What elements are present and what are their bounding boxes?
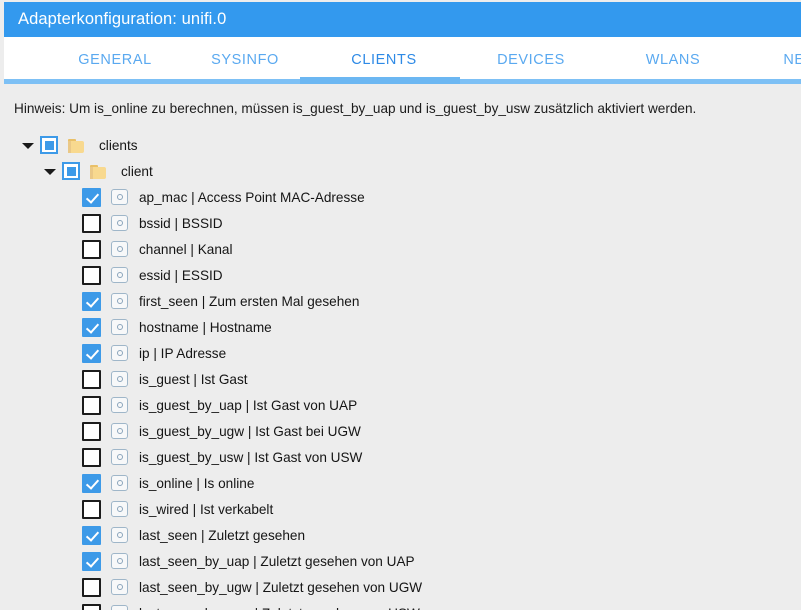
tree-leaf-label: last_seen | Zuletzt gesehen [139,527,306,543]
folder-icon [90,164,107,179]
checkbox-is_guest_by_usw[interactable] [82,447,101,467]
state-circle-icon [111,605,128,610]
tree-leaf-row[interactable]: is_online | Is online [0,470,801,496]
tree-leaf-row[interactable]: channel | Kanal [0,236,801,262]
tree-leaf-label: is_guest_by_ugw | Ist Gast bei UGW [139,423,361,439]
tab-wlans[interactable]: WLANS [608,52,738,68]
tree-leaf-row[interactable]: last_seen_by_ugw | Zuletzt gesehen von U… [0,574,801,600]
tree-leaf-row[interactable]: is_wired | Ist verkabelt [0,496,801,522]
tab-list: GENERAL SYSINFO CLIENTS DEVICES WLANS NE [4,37,801,82]
tree-leaf-label: is_wired | Ist verkabelt [139,501,274,517]
state-circle-icon [111,293,128,309]
state-circle-icon [111,241,128,257]
tab-panel-clients: Hinweis: Um is_online zu berechnen, müss… [0,84,801,610]
tree-leaf-label: essid | ESSID [139,267,223,283]
tree-leaf-label: is_guest_by_uap | Ist Gast von UAP [139,397,358,413]
tab-clients[interactable]: CLIENTS [310,52,458,68]
state-circle-icon [111,423,128,439]
checkbox-bssid[interactable] [82,213,101,233]
state-circle-icon [111,527,128,543]
tree-leaf-row[interactable]: is_guest | Ist Gast [0,366,801,392]
tree-leaf-row[interactable]: last_seen | Zuletzt gesehen [0,522,801,548]
hint-text: Hinweis: Um is_online zu berechnen, müss… [14,101,697,116]
tree-leaf-label: last_seen_by_ugw | Zuletzt gesehen von U… [139,579,423,595]
tree-leaf-label: is_guest_by_usw | Ist Gast von USW [139,449,363,465]
tab-general[interactable]: GENERAL [50,52,180,68]
checkbox-first_seen[interactable] [82,291,101,311]
tab-bar: GENERAL SYSINFO CLIENTS DEVICES WLANS NE [4,37,801,82]
state-circle-icon [111,449,128,465]
tree-leaf-label: channel | Kanal [139,241,233,257]
tree-leaf-label: bssid | BSSID [139,215,223,231]
tree-node-label: client [121,163,153,179]
state-circle-icon [111,319,128,335]
tab-devices[interactable]: DEVICES [466,52,596,68]
adapter-config-window: Adapterkonfiguration: unifi.0 GENERAL SYS… [0,0,801,610]
tree-node-clients[interactable]: clients [0,132,801,158]
checkbox-clients[interactable] [40,136,58,154]
checkbox-ap_mac[interactable] [82,187,101,207]
folder-icon [68,138,85,153]
tree-leaf-label: ip | IP Adresse [139,345,227,361]
tree-node-label: clients [99,137,138,153]
settings-tree: clients client ap_mac | Access Point MAC… [0,132,801,610]
checkbox-is_guest[interactable] [82,369,101,389]
tree-leaf-row[interactable]: essid | ESSID [0,262,801,288]
tree-leaf-row[interactable]: ip | IP Adresse [0,340,801,366]
tree-leaf-label: is_guest | Ist Gast [139,371,248,387]
tree-leaf-row[interactable]: last_seen_by_uap | Zuletzt gesehen von U… [0,548,801,574]
tree-leaf-row[interactable]: ap_mac | Access Point MAC-Adresse [0,184,801,210]
tree-leaf-label: hostname | Hostname [139,319,272,335]
page-title: Adapterkonfiguration: unifi.0 [18,10,227,28]
checkbox-ip[interactable] [82,343,101,363]
checkbox-is_online[interactable] [82,473,101,493]
state-circle-icon [111,345,128,361]
checkbox-is_guest_by_uap[interactable] [82,395,101,415]
state-circle-icon [111,371,128,387]
tree-leaf-label: last_seen_by_uap | Zuletzt gesehen von U… [139,553,415,569]
tree-leaf-row[interactable]: is_guest_by_usw | Ist Gast von USW [0,444,801,470]
tree-leaf-label: first_seen | Zum ersten Mal gesehen [139,293,360,309]
state-circle-icon [111,267,128,283]
tree-leaf-label: last_seen_by_usw | Zuletzt gesehen von U… [139,606,420,610]
checkbox-is_guest_by_ugw[interactable] [82,421,101,441]
tree-leaf-row[interactable]: hostname | Hostname [0,314,801,340]
checkbox-last_seen[interactable] [82,525,101,545]
tree-leaf-label: ap_mac | Access Point MAC-Adresse [139,189,365,205]
checkbox-last_seen_by_usw[interactable] [82,603,101,610]
state-circle-icon [111,189,128,205]
state-circle-icon [111,215,128,231]
checkbox-last_seen_by_ugw[interactable] [82,577,101,597]
chevron-down-icon[interactable] [44,165,56,177]
tree-leaf-label: is_online | Is online [139,475,255,491]
state-circle-icon [111,475,128,491]
active-tab-indicator [300,77,460,84]
checkbox-last_seen_by_uap[interactable] [82,551,101,571]
tab-sysinfo[interactable]: SYSINFO [180,52,310,68]
tree-leaf-list: ap_mac | Access Point MAC-Adresse bssid |… [0,184,801,610]
state-circle-icon [111,397,128,413]
checkbox-is_wired[interactable] [82,499,101,519]
checkbox-channel[interactable] [82,239,101,259]
tree-leaf-row[interactable]: is_guest_by_uap | Ist Gast von UAP [0,392,801,418]
state-circle-icon [111,579,128,595]
tree-leaf-row[interactable]: first_seen | Zum ersten Mal gesehen [0,288,801,314]
tree-leaf-row[interactable]: bssid | BSSID [0,210,801,236]
tab-ne[interactable]: NE [764,52,801,68]
tree-leaf-row[interactable]: last_seen_by_usw | Zuletzt gesehen von U… [0,600,801,610]
tree-node-client[interactable]: client [0,158,801,184]
window-title-bar: Adapterkonfiguration: unifi.0 [4,2,801,37]
state-circle-icon [111,501,128,517]
tree-leaf-row[interactable]: is_guest_by_ugw | Ist Gast bei UGW [0,418,801,444]
state-circle-icon [111,553,128,569]
checkbox-essid[interactable] [82,265,101,285]
checkbox-client[interactable] [62,162,80,180]
checkbox-hostname[interactable] [82,317,101,337]
chevron-down-icon[interactable] [22,139,34,151]
